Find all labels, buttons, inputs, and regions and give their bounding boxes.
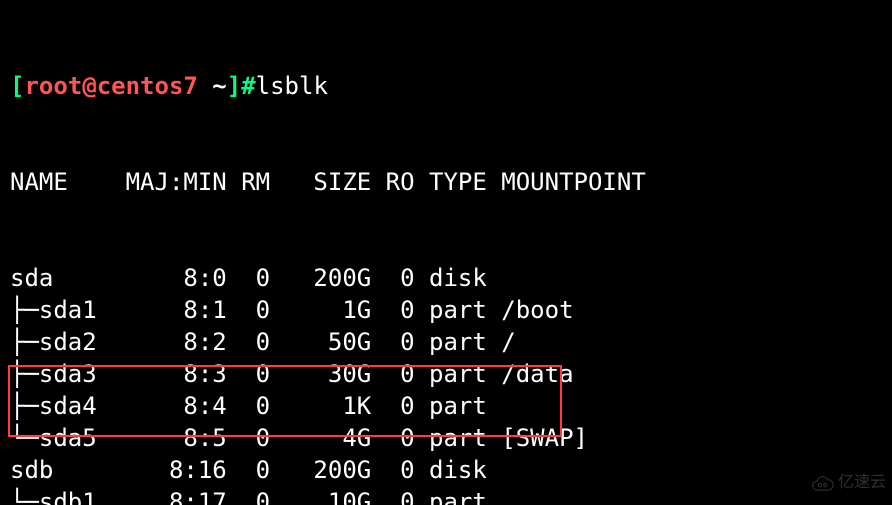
lsblk-header: NAME MAJ:MIN RM SIZE RO TYPE MOUNTPOINT <box>10 166 882 198</box>
lsblk-row-sdb1: └─sdb1 8:17 0 10G 0 part <box>10 486 882 505</box>
prompt-open-bracket: [ <box>10 72 24 100</box>
terminal-output[interactable]: [root@centos7 ~]#lsblk NAME MAJ:MIN RM S… <box>0 0 892 505</box>
lsblk-row-sda2: ├─sda2 8:2 0 50G 0 part / <box>10 326 882 358</box>
command-text: lsblk <box>256 72 328 100</box>
prompt-close-bracket: ]# <box>227 72 256 100</box>
prompt-space <box>198 72 212 100</box>
lsblk-row-sdb: sdb 8:16 0 200G 0 disk <box>10 454 882 486</box>
prompt-cwd: ~ <box>212 72 226 100</box>
lsblk-row-sda4: ├─sda4 8:4 0 1K 0 part <box>10 390 882 422</box>
prompt-user-host: root@centos7 <box>24 72 197 100</box>
lsblk-row-sda1: ├─sda1 8:1 0 1G 0 part /boot <box>10 294 882 326</box>
lsblk-rows: sda 8:0 0 200G 0 disk ├─sda1 8:1 0 1G 0 … <box>10 262 882 505</box>
lsblk-row-sda: sda 8:0 0 200G 0 disk <box>10 262 882 294</box>
lsblk-row-sda5: └─sda5 8:5 0 4G 0 part [SWAP] <box>10 422 882 454</box>
prompt-line: [root@centos7 ~]#lsblk <box>10 70 882 102</box>
lsblk-row-sda3: ├─sda3 8:3 0 30G 0 part /data <box>10 358 882 390</box>
